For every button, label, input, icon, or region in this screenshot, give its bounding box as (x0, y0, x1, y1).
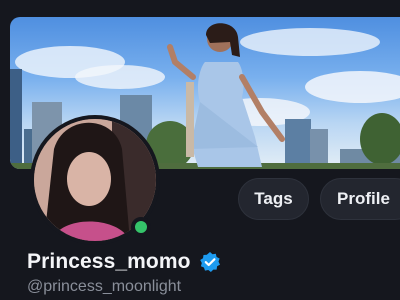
user-handle: @princess_moonlight (27, 278, 182, 295)
tags-button[interactable]: Tags (238, 178, 309, 220)
display-name: Princess_momo (27, 250, 191, 273)
online-status-indicator (131, 217, 151, 237)
name-row: Princess_momo (27, 250, 221, 274)
profile-header: Tags Profile Princess_momo @princess_moo… (0, 0, 400, 300)
profile-button[interactable]: Profile (320, 178, 400, 220)
verified-badge-icon (199, 251, 221, 273)
